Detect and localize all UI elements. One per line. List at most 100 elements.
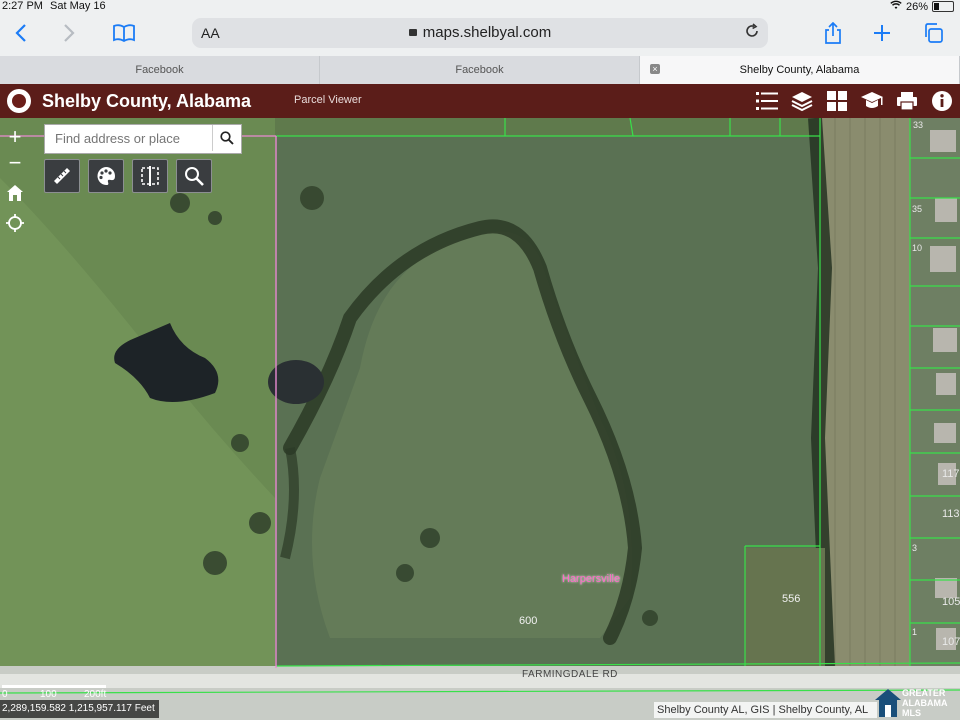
mls-logo-text: GREATER ALABAMA MLS bbox=[902, 688, 948, 718]
plus-icon bbox=[874, 25, 890, 41]
scale-label-0: 0 bbox=[2, 689, 8, 700]
address-bar[interactable]: AA maps.shelbyal.com bbox=[192, 18, 768, 48]
measure-button[interactable] bbox=[44, 159, 80, 193]
status-time: 2:27 PM bbox=[2, 0, 43, 12]
home-icon bbox=[7, 185, 23, 201]
basemap-grid-icon bbox=[826, 91, 847, 111]
url-field[interactable]: maps.shelbyal.com bbox=[192, 24, 768, 41]
mls-line-2: ALABAMA bbox=[902, 698, 948, 708]
tab-label: Facebook bbox=[135, 64, 184, 76]
parcel-label-35: 35 bbox=[912, 204, 923, 214]
home-button[interactable] bbox=[2, 180, 28, 206]
scale-bar-line bbox=[2, 685, 106, 688]
lock-icon bbox=[408, 29, 417, 36]
parcel-label-117: 117 bbox=[942, 468, 960, 480]
status-date: Sat May 16 bbox=[50, 0, 106, 12]
basemap-button[interactable] bbox=[824, 89, 849, 113]
parcel-label-107: 107 bbox=[942, 636, 960, 648]
map-toolbar bbox=[44, 159, 212, 193]
mls-line-3: MLS bbox=[902, 708, 921, 718]
tab-label: Facebook bbox=[455, 64, 504, 76]
chevron-right-icon bbox=[64, 24, 75, 42]
wifi-icon bbox=[890, 0, 902, 13]
parcel-label-1: 1 bbox=[912, 627, 918, 637]
town-label: Harpersville bbox=[562, 573, 621, 585]
address-search bbox=[44, 124, 242, 154]
parcel-label-600: 600 bbox=[519, 615, 538, 627]
house-icon bbox=[875, 689, 901, 717]
search-icon bbox=[220, 131, 234, 145]
zoom-in-button[interactable]: + bbox=[2, 124, 28, 150]
reload-button[interactable] bbox=[744, 23, 760, 44]
palette-icon bbox=[97, 167, 115, 186]
aerial-imagery bbox=[0, 118, 960, 720]
school-icon bbox=[860, 92, 883, 108]
print-button[interactable] bbox=[894, 89, 919, 113]
status-right: 26% bbox=[890, 0, 954, 13]
search-button[interactable] bbox=[212, 125, 241, 151]
parcel-label-10: 10 bbox=[912, 243, 923, 253]
legend-button[interactable] bbox=[754, 89, 779, 113]
identify-button[interactable] bbox=[176, 159, 212, 193]
forward-button[interactable] bbox=[54, 18, 84, 48]
map-attribution: Shelby County AL, GIS | Shelby County, A… bbox=[654, 702, 877, 718]
app-subtitle: Parcel Viewer bbox=[294, 94, 362, 106]
locate-button[interactable] bbox=[2, 210, 28, 236]
header-toolbar bbox=[754, 89, 954, 113]
parcel-label-556: 556 bbox=[782, 593, 801, 605]
bookmarks-button[interactable] bbox=[109, 18, 139, 48]
chevron-left-icon bbox=[15, 24, 26, 42]
ios-status-bar: 2:27 PM Sat May 16 26% bbox=[0, 0, 960, 14]
browser-toolbar: AA maps.shelbyal.com bbox=[0, 14, 960, 56]
print-icon bbox=[896, 92, 917, 111]
tabs-icon bbox=[925, 23, 943, 43]
zoom-out-button[interactable]: − bbox=[2, 150, 28, 176]
app-header: Shelby County, Alabama Parcel Viewer bbox=[0, 84, 960, 118]
scale-label-100: 100 bbox=[40, 689, 57, 700]
scale-label-200: 200ft bbox=[84, 689, 107, 700]
info-icon bbox=[931, 91, 952, 111]
draw-button[interactable] bbox=[88, 159, 124, 193]
parcel-label-3: 3 bbox=[912, 543, 918, 553]
measure-icon bbox=[54, 168, 70, 184]
back-button[interactable] bbox=[6, 18, 36, 48]
browser-tabs: Facebook Facebook × Shelby County, Alaba… bbox=[0, 56, 960, 84]
parcel-label-105: 105 bbox=[942, 596, 960, 608]
info-button[interactable] bbox=[929, 89, 954, 113]
close-tab-icon[interactable]: × bbox=[650, 64, 660, 74]
zoom-controls: + − bbox=[2, 124, 28, 236]
tab-shelby-county[interactable]: × Shelby County, Alabama bbox=[640, 56, 960, 84]
share-button[interactable] bbox=[818, 18, 848, 48]
share-icon bbox=[825, 22, 841, 44]
layers-icon bbox=[791, 92, 812, 112]
url-text: maps.shelbyal.com bbox=[422, 24, 552, 41]
battery-icon bbox=[932, 1, 954, 12]
county-seal-logo bbox=[7, 89, 31, 113]
schools-button[interactable] bbox=[859, 89, 884, 113]
locate-icon bbox=[6, 214, 24, 232]
coordinate-readout: 2,289,159.582 1,215,957.117 Feet bbox=[0, 700, 159, 718]
layers-button[interactable] bbox=[789, 89, 814, 113]
book-icon bbox=[113, 24, 135, 42]
mls-line-1: GREATER bbox=[902, 688, 946, 698]
coordinate-text: 2,289,159.582 1,215,957.117 Feet bbox=[2, 703, 155, 714]
zoom-search-icon bbox=[185, 167, 204, 186]
parcel-label-113: 113 bbox=[942, 508, 960, 520]
reload-icon bbox=[746, 23, 758, 37]
tab-label: Shelby County, Alabama bbox=[739, 64, 860, 76]
new-tab-button[interactable] bbox=[867, 18, 897, 48]
battery-percent: 26% bbox=[905, 0, 928, 13]
parcel-label-33: 33 bbox=[913, 120, 924, 130]
app-title: Shelby County, Alabama bbox=[42, 91, 252, 111]
compare-icon bbox=[141, 166, 159, 186]
map-view[interactable]: + − 600 556 33 35 10 117 113 3 105 bbox=[0, 118, 960, 720]
tabs-overview-button[interactable] bbox=[918, 18, 948, 48]
swipe-compare-button[interactable] bbox=[132, 159, 168, 193]
tab-facebook-1[interactable]: Facebook bbox=[0, 56, 320, 84]
list-icon bbox=[755, 92, 778, 110]
tab-facebook-2[interactable]: Facebook bbox=[320, 56, 640, 84]
road-label: FARMINGDALE RD bbox=[522, 669, 618, 680]
greater-alabama-mls-logo: GREATER ALABAMA MLS bbox=[872, 684, 960, 720]
scale-bar: 0 100 200ft bbox=[0, 685, 120, 701]
search-input[interactable] bbox=[45, 125, 207, 151]
